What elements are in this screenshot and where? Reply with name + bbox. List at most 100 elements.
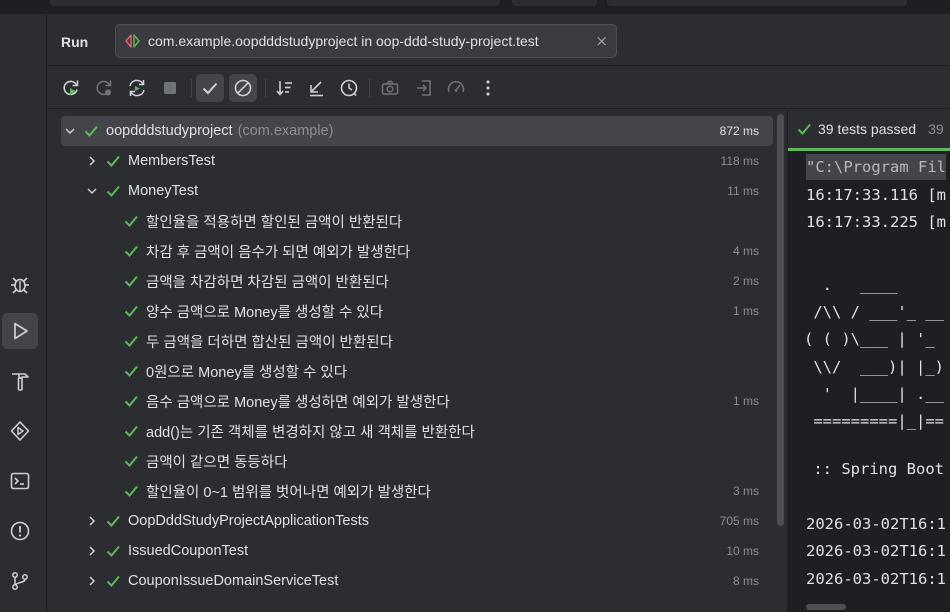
test-method-row[interactable]: 차감 후 금액이 음수가 되면 예외가 발생한다 4 ms	[61, 236, 773, 266]
passed-check-icon	[106, 155, 120, 167]
test-method-row[interactable]: 금액을 차감하면 차감된 금액이 반환된다 2 ms	[61, 266, 773, 296]
console-line: 2026-03-02T16:1	[806, 515, 946, 533]
hammer-icon	[12, 373, 29, 391]
editor-tab-strip-left	[50, 0, 500, 6]
test-class-row[interactable]: CouponIssueDomainServiceTest 8 ms	[61, 566, 773, 596]
terminal-tool-button[interactable]	[2, 463, 38, 499]
import-tests-button[interactable]	[410, 74, 438, 102]
debug-tool-button[interactable]	[2, 266, 38, 302]
tree-root-row[interactable]: oopdddstudyproject (com.example) 872 ms	[61, 116, 773, 146]
editor-tab-strip-right	[607, 0, 907, 6]
collapse-icon	[310, 81, 323, 97]
console-line: \\/ ___)| |_)	[804, 358, 944, 376]
passed-check-icon	[124, 455, 138, 467]
toggle-auto-test-button[interactable]	[123, 74, 151, 102]
tree-row-label: 0원으로 Money를 생성할 수 있다	[146, 364, 348, 381]
passed-check-icon	[124, 275, 138, 287]
test-method-row[interactable]: add()는 기존 객체를 변경하지 않고 새 객체를 반환한다	[61, 416, 773, 446]
stop-icon	[164, 82, 176, 94]
test-method-row[interactable]: 할인율이 0~1 범위를 벗어나면 예외가 발생한다 3 ms	[61, 476, 773, 506]
test-method-row[interactable]: 양수 금액으로 Money를 생성할 수 있다 1 ms	[61, 296, 773, 326]
test-method-row[interactable]: 음수 금액으로 Money를 생성하면 예외가 발생한다 1 ms	[61, 386, 773, 416]
problems-tool-button[interactable]	[2, 513, 38, 549]
passed-check-icon	[124, 335, 138, 347]
collapse-all-button[interactable]	[302, 74, 330, 102]
tree-row-label: OopDddStudyProjectApplicationTests	[128, 513, 369, 529]
coverage-button[interactable]	[442, 74, 470, 102]
top-strip	[0, 0, 950, 14]
tree-row-label: 두 금액을 더하면 합산된 금액이 반환된다	[146, 334, 393, 351]
passed-check-icon	[124, 245, 138, 257]
more-vertical-icon	[486, 80, 490, 96]
tree-row-label: MoneyTest	[128, 183, 199, 199]
tree-row-duration: 705 ms	[719, 514, 759, 528]
build-tool-button[interactable]	[2, 363, 38, 399]
console-line: ( ( )\___ | '_	[804, 330, 935, 348]
toolbar-separator	[191, 79, 192, 97]
toggle-auto-test-icon	[129, 79, 145, 97]
test-method-row[interactable]: 0원으로 Money를 생성할 수 있다	[61, 356, 773, 386]
tree-row-duration: 872 ms	[719, 124, 759, 138]
screenshot-button[interactable]	[376, 74, 404, 102]
terminal-icon	[10, 472, 30, 490]
tree-row-label: IssuedCouponTest	[128, 543, 249, 559]
tree-row-duration: 10 ms	[726, 544, 759, 558]
test-method-row[interactable]: 두 금액을 더하면 합산된 금액이 반환된다	[61, 326, 773, 356]
services-tool-button[interactable]	[2, 413, 38, 449]
test-class-row[interactable]: OopDddStudyProjectApplicationTests 705 m…	[61, 506, 773, 536]
run-tool-window: Run com.example.oopdddstudyproject in oo…	[47, 14, 950, 612]
tree-row-duration: 1 ms	[732, 394, 759, 408]
tree-row-label: CouponIssueDomainServiceTest	[128, 573, 339, 589]
tree-row-label: MembersTest	[128, 153, 216, 169]
sort-button[interactable]	[271, 74, 299, 102]
chevron-down-icon[interactable]	[63, 124, 77, 138]
import-icon	[417, 80, 431, 96]
test-method-row[interactable]: 금액이 같으면 동등하다	[61, 446, 773, 476]
test-tree: oopdddstudyproject (com.example) 872 ms …	[47, 110, 787, 612]
tree-vertical-scrollbar[interactable]	[777, 114, 784, 526]
tree-row-label: 양수 금액으로 Money를 생성할 수 있다	[146, 304, 384, 321]
console-horizontal-scrollbar[interactable]	[806, 604, 846, 610]
chevron-right-icon[interactable]	[85, 544, 99, 558]
editor-tab-strip-mid	[512, 0, 597, 6]
console-line: /\\ / ___'_ __	[804, 303, 944, 321]
run-configuration-tab[interactable]: com.example.oopdddstudyproject in oop-dd…	[115, 24, 617, 58]
chevron-right-icon[interactable]	[85, 154, 99, 168]
tree-row-duration: 1 ms	[732, 304, 759, 318]
test-status-bar: 39 tests passed 39	[788, 110, 950, 148]
tree-row-label: add()는 기존 객체를 변경하지 않고 새 객체를 반환한다	[146, 424, 475, 441]
console-line: . ____	[804, 276, 898, 294]
passed-check-icon	[124, 305, 138, 317]
test-method-row[interactable]: 할인율을 적용하면 할인된 금액이 반환된다	[61, 206, 773, 236]
rerun-failed-icon	[96, 80, 112, 96]
chevron-right-icon[interactable]	[85, 574, 99, 588]
tests-passed-count: 39	[928, 121, 944, 137]
tree-row-duration: 3 ms	[732, 484, 759, 498]
check-icon	[202, 82, 218, 95]
history-icon	[340, 79, 358, 97]
test-class-row[interactable]: MoneyTest 11 ms	[61, 176, 773, 206]
tree-row-label: 금액을 차감하면 차감된 금액이 반환된다	[146, 274, 389, 291]
toolbar-separator	[265, 79, 266, 97]
run-panel-title: Run	[61, 34, 89, 50]
test-class-row[interactable]: IssuedCouponTest 10 ms	[61, 536, 773, 566]
problems-icon	[10, 521, 30, 541]
test-history-button[interactable]	[335, 74, 363, 102]
chevron-right-icon[interactable]	[85, 514, 99, 528]
passed-check-icon	[84, 125, 98, 137]
stop-button[interactable]	[156, 74, 184, 102]
close-tab-icon[interactable]: ×	[595, 32, 608, 50]
chevron-down-icon[interactable]	[85, 184, 99, 198]
more-options-button[interactable]	[474, 74, 502, 102]
git-tool-button[interactable]	[2, 563, 38, 599]
test-diamond-icon	[125, 34, 140, 48]
tree-row-label: 할인율을 적용하면 할인된 금액이 반환된다	[146, 214, 403, 231]
toolbar-separator	[369, 79, 370, 97]
show-passed-toggle[interactable]	[196, 74, 224, 102]
run-tool-button[interactable]	[2, 313, 38, 349]
test-class-row[interactable]: MembersTest 118 ms	[61, 146, 773, 176]
show-ignored-toggle[interactable]	[229, 74, 257, 102]
rerun-failed-button[interactable]	[90, 74, 118, 102]
left-tool-strip	[0, 14, 47, 612]
rerun-button[interactable]	[57, 74, 85, 102]
